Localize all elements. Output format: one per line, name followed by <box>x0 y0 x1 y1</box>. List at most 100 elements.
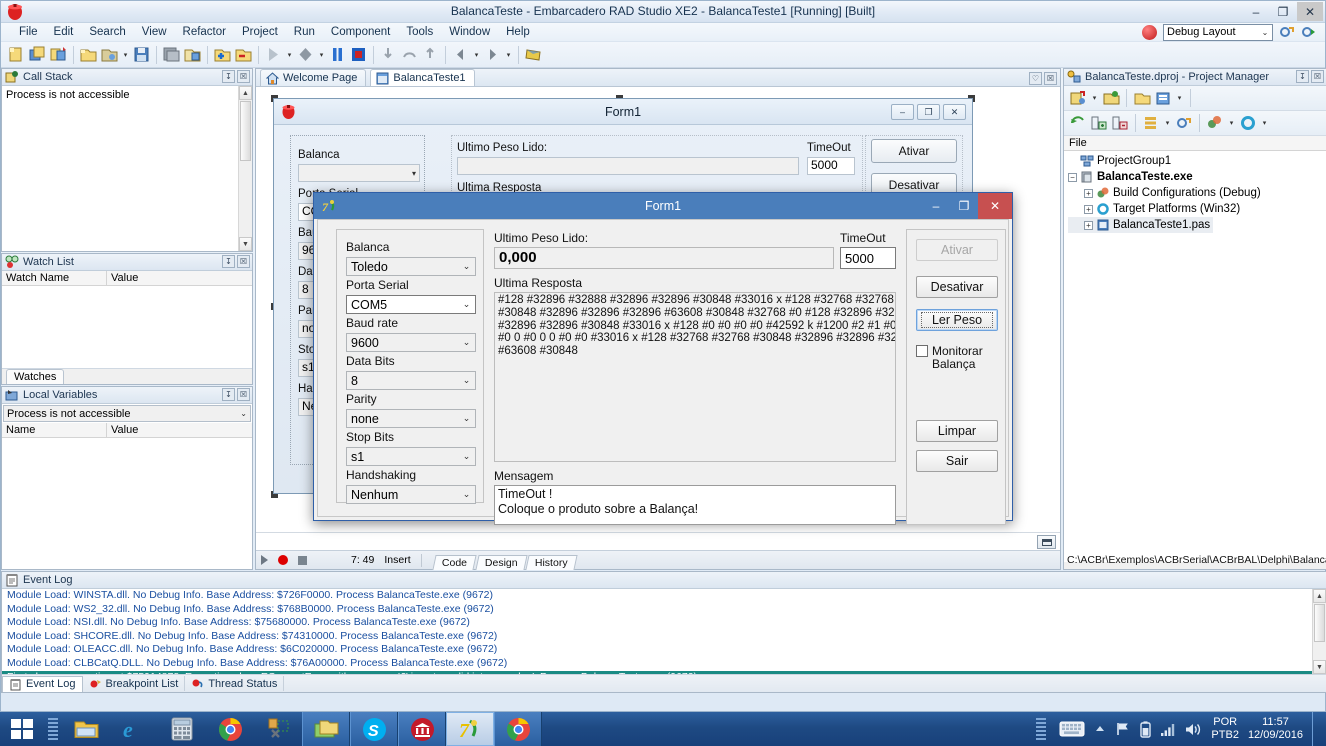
scroll-up-arrow[interactable]: ▲ <box>1313 589 1326 603</box>
pause-icon[interactable] <box>328 45 347 64</box>
tree-item-target-platforms[interactable]: + Target Platforms (Win32) <box>1068 201 1326 217</box>
menu-file[interactable]: File <box>11 25 46 39</box>
column-watch-name[interactable]: Watch Name <box>2 271 107 285</box>
design-combo-balanca[interactable]: ▾ <box>298 164 420 182</box>
close-icon[interactable]: ☒ <box>1044 72 1057 85</box>
column-value[interactable]: Value <box>107 271 252 285</box>
project-options-dropdown-arrow[interactable]: ▾ <box>1175 89 1184 107</box>
memo-ultima-resposta[interactable]: #128 #32896 #32888 #32896 #32896 #30848 … <box>494 292 896 462</box>
log-line[interactable]: Module Load: WINSTA.dll. No Debug Info. … <box>2 589 1326 603</box>
trace-into-icon[interactable] <box>379 45 398 64</box>
scroll-up-arrow[interactable]: ▲ <box>239 86 252 100</box>
project-tree[interactable]: ProjectGroup1 − BalancaTeste.exe + Build… <box>1064 151 1326 562</box>
taskbar-bank-icon[interactable] <box>398 712 446 746</box>
tree-expander[interactable]: + <box>1084 188 1093 198</box>
edit-timeout[interactable]: 5000 <box>840 247 896 269</box>
tree-expander[interactable]: − <box>1068 172 1077 182</box>
battery-icon[interactable] <box>1140 720 1152 738</box>
scroll-down-arrow[interactable]: ▼ <box>239 237 252 251</box>
project-options-icon[interactable] <box>1154 89 1172 107</box>
save-icon[interactable] <box>132 45 151 64</box>
taskbar-explorer-icon[interactable] <box>62 712 110 746</box>
back-navigate-icon[interactable] <box>451 45 470 64</box>
taskbar-folders-window-icon[interactable] <box>302 712 350 746</box>
log-line[interactable]: Module Load: SHCORE.dll. No Debug Info. … <box>2 630 1326 644</box>
tab-code[interactable]: Code <box>432 554 477 570</box>
local-variables-scope-combo[interactable]: Process is not accessible ⌄ <box>3 405 251 422</box>
combo-handshaking[interactable]: Nenhum ⌄ <box>346 485 476 504</box>
edit-ultimo-peso[interactable]: 0,000 <box>494 247 834 269</box>
run-to-cursor-icon[interactable] <box>421 45 440 64</box>
menu-view[interactable]: View <box>134 25 175 39</box>
run-icon[interactable] <box>264 45 283 64</box>
tree-item-build-configurations[interactable]: + Build Configurations (Debug) <box>1068 185 1326 201</box>
volume-icon[interactable] <box>1185 722 1202 737</box>
pin-icon[interactable]: ↧ <box>222 255 235 268</box>
close-icon[interactable]: ☒ <box>1311 70 1324 83</box>
build-list-dropdown-arrow[interactable]: ▾ <box>1163 114 1172 132</box>
build-config-icon[interactable] <box>1206 114 1224 132</box>
maximize-button[interactable]: ❐ <box>1270 2 1296 21</box>
design-minimize-button[interactable]: – <box>891 104 914 120</box>
forward-dropdown-arrow[interactable]: ▾ <box>504 46 513 64</box>
expand-all-icon[interactable] <box>1090 114 1108 132</box>
taskbar-delphi-icon[interactable]: 7 <box>446 712 494 746</box>
menu-component[interactable]: Component <box>323 25 398 39</box>
run-maximize-button[interactable]: ❐ <box>950 193 978 219</box>
button-sair[interactable]: Sair <box>916 450 998 472</box>
memo-mensagem[interactable]: TimeOut ! Coloque o produto sobre a Bala… <box>494 485 896 525</box>
open-project-icon[interactable] <box>1102 89 1120 107</box>
tree-expander[interactable]: + <box>1084 204 1093 214</box>
run-dropdown-arrow[interactable]: ▾ <box>285 46 294 64</box>
run-close-button[interactable]: ✕ <box>978 193 1012 219</box>
combo-porta-serial[interactable]: COM5 ⌄ <box>346 295 476 314</box>
apply-layout-icon[interactable] <box>1301 24 1317 40</box>
keyboard-icon[interactable] <box>1059 720 1085 738</box>
taskbar-chrome-icon[interactable] <box>206 712 254 746</box>
button-desativar[interactable]: Desativar <box>916 276 998 298</box>
tree-item-balancateste-exe[interactable]: − BalancaTeste.exe <box>1068 169 1326 185</box>
taskbar-skype-icon[interactable]: S <box>350 712 398 746</box>
tab-welcome-page[interactable]: Welcome Page <box>260 69 367 86</box>
help-book-icon[interactable] <box>524 45 543 64</box>
close-button[interactable]: ✕ <box>1297 2 1323 21</box>
combo-data-bits[interactable]: 8 ⌄ <box>346 371 476 390</box>
save-all-icon[interactable] <box>162 45 181 64</box>
design-maximize-button[interactable]: ❐ <box>917 104 940 120</box>
close-icon[interactable]: ☒ <box>237 388 250 401</box>
pin-icon[interactable]: ↧ <box>222 388 235 401</box>
new-project-icon[interactable] <box>1069 89 1087 107</box>
taskbar-grip[interactable] <box>48 718 58 740</box>
tab-watches[interactable]: Watches <box>6 369 65 384</box>
collapse-all-icon[interactable] <box>1111 114 1129 132</box>
sync-icon[interactable] <box>1069 114 1087 132</box>
tree-item-projectgroup1[interactable]: ProjectGroup1 <box>1068 153 1326 169</box>
layout-combo[interactable]: Debug Layout ⌄ <box>1163 23 1273 41</box>
pin-icon[interactable]: ↧ <box>222 70 235 83</box>
show-desktop-button[interactable] <box>1312 712 1320 746</box>
event-log-list[interactable]: Module Load: WINSTA.dll. No Debug Info. … <box>2 589 1326 674</box>
tree-expander[interactable]: + <box>1084 220 1093 230</box>
combo-parity[interactable]: none ⌄ <box>346 409 476 428</box>
combo-stop-bits[interactable]: s1 ⌄ <box>346 447 476 466</box>
running-form1-window[interactable]: 7 Form1 – ❐ ✕ Balanca Toledo ⌄ Porta Ser… <box>313 192 1013 525</box>
close-icon[interactable]: ☒ <box>237 255 250 268</box>
tab-balancateste1[interactable]: BalancaTeste1 <box>370 69 475 86</box>
log-line[interactable]: Module Load: CLBCatQ.DLL. No Debug Info.… <box>2 657 1326 671</box>
show-hidden-icons[interactable] <box>1094 723 1106 735</box>
menu-refactor[interactable]: Refactor <box>175 25 234 39</box>
stop-icon[interactable] <box>349 45 368 64</box>
run-without-debug-icon[interactable] <box>296 45 315 64</box>
tree-item-balancateste1-pas[interactable]: + BalancaTeste1.pas <box>1068 217 1213 233</box>
menu-project[interactable]: Project <box>234 25 286 39</box>
build-config-dropdown-arrow[interactable]: ▾ <box>1227 114 1236 132</box>
tray-grip[interactable] <box>1036 718 1047 740</box>
button-ler-peso[interactable]: Ler Peso <box>916 309 998 331</box>
combo-baud-rate[interactable]: 9600 ⌄ <box>346 333 476 352</box>
scroll-thumb[interactable] <box>240 101 251 161</box>
event-log-scrollbar[interactable]: ▲ ▼ <box>1312 589 1326 674</box>
minimize-button[interactable]: – <box>1243 2 1269 21</box>
log-line[interactable]: Module Load: NSI.dll. No Debug Info. Bas… <box>2 616 1326 630</box>
tab-history[interactable]: History <box>525 554 578 570</box>
menu-window[interactable]: Window <box>441 25 498 39</box>
